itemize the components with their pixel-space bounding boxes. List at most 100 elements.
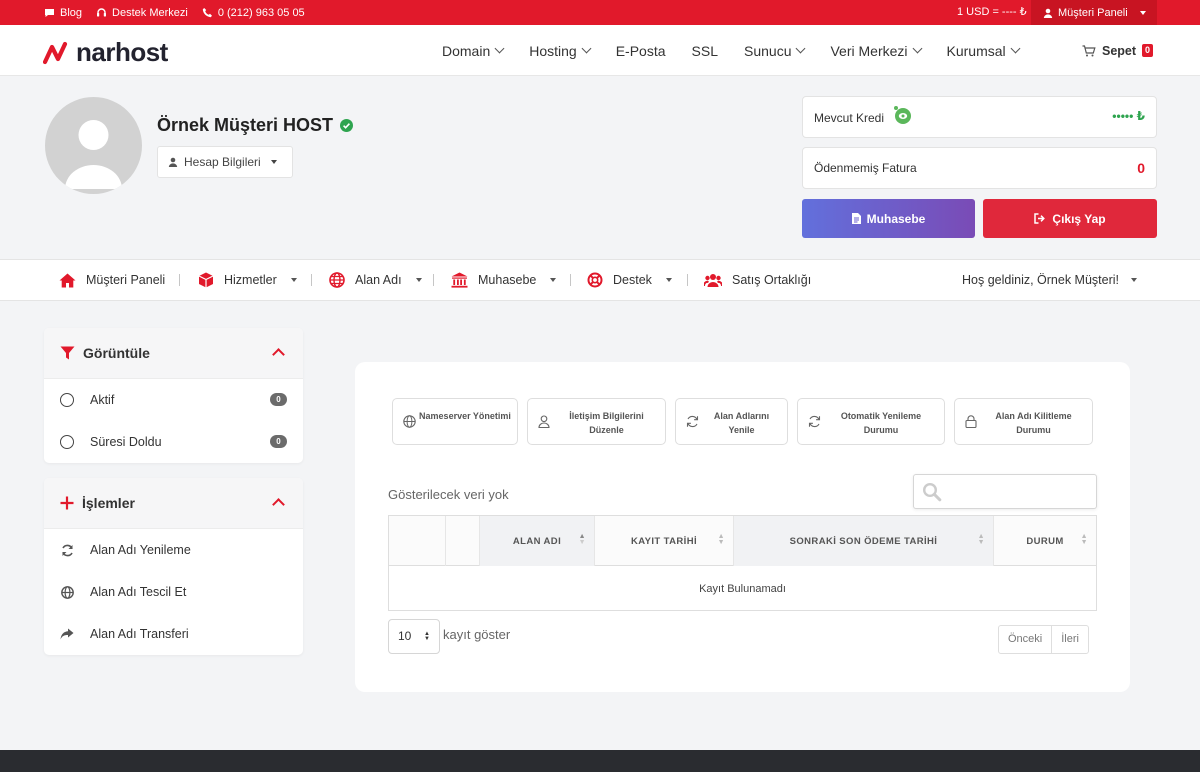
logo-text: narhost [76, 37, 168, 67]
accounting-button[interactable]: Muhasebe [802, 199, 975, 238]
share-arrow-icon [60, 627, 74, 641]
sort-icon: ▲ ▼ [977, 533, 985, 546]
sort-icon: ▲ ▼ [1080, 533, 1088, 546]
previous-page-button[interactable]: Önceki [999, 626, 1051, 653]
welcome-dropdown[interactable]: Hoş geldiniz, Örnek Müşteri! [962, 260, 1138, 300]
menu-customer-panel[interactable]: Müşteri Paneli [59, 260, 165, 300]
menu-accounting-label: Muhasebe [478, 273, 537, 287]
menu-affiliate[interactable]: Satış Ortaklığı [704, 260, 811, 300]
next-page-button[interactable]: İleri [1051, 626, 1088, 653]
caret-down-icon [290, 278, 297, 282]
sort-icon: ▲ ▼ [578, 533, 586, 546]
filter-active[interactable]: Aktif 0 [44, 379, 303, 421]
available-credit-value: ••••• ₺ [1112, 109, 1145, 123]
action-domain-register-label: Alan Adı Tescil Et [90, 585, 187, 599]
actions-panel-title: İşlemler [82, 495, 135, 511]
client-menu-bar: Müşteri Paneli Hizmetler Alan Adı Muhase… [0, 259, 1200, 301]
customer-name: Örnek Müşteri HOST [157, 115, 354, 136]
filter-panel: Görüntüle Aktif 0 Süresi Doldu 0 [44, 328, 303, 463]
pagination: Önceki İleri [998, 625, 1089, 654]
actions-panel-header[interactable]: İşlemler [44, 478, 303, 529]
unpaid-invoice-box: Ödenmemiş Fatura 0 [802, 147, 1157, 189]
column-registration-date[interactable]: KAYIT TARİHİ ▲ ▼ [594, 516, 733, 566]
plus-icon [60, 496, 74, 510]
top-links: Blog Destek Merkezi 0 (212) 963 05 05 [44, 0, 319, 25]
nav-corporate[interactable]: Kurumsal [947, 43, 1021, 59]
caret-down-icon [665, 278, 672, 282]
filter-expired-count: 0 [270, 435, 287, 448]
chevron-down-icon [581, 43, 592, 54]
chevron-down-icon [912, 43, 922, 54]
logout-button[interactable]: Çıkış Yap [983, 199, 1157, 238]
chevron-up-icon [272, 348, 285, 361]
cart-link[interactable]: Sepet 0 [1082, 25, 1154, 76]
filter-expired-label: Süresi Doldu [90, 435, 162, 449]
nameserver-management-label: Nameserver Yönetimi [419, 411, 511, 421]
accounting-button-label: Muhasebe [866, 211, 926, 226]
menu-services[interactable]: Hizmetler [198, 260, 297, 300]
filter-panel-header[interactable]: Görüntüle [44, 328, 303, 379]
bank-icon [451, 272, 468, 288]
home-icon [59, 273, 76, 287]
nameserver-management-button[interactable]: Nameserver Yönetimi [392, 398, 518, 445]
nav-domain-label: Domain [442, 42, 491, 59]
column-next-due-date[interactable]: SONRAKİ SON ÖDEME TARİHİ ▲ ▼ [733, 516, 993, 566]
filter-active-label: Aktif [90, 393, 115, 407]
nav-ssl[interactable]: SSL [692, 43, 718, 59]
column-registration-date-label: KAYIT TARİHİ [630, 535, 698, 547]
radio-active[interactable] [60, 393, 74, 407]
nav-datacenter[interactable]: Veri Merkezi [830, 43, 922, 59]
refresh-icon [808, 415, 821, 428]
renew-domains-label: Alan Adlarını Yenile [713, 411, 770, 435]
nav-email-label: E-Posta [615, 42, 666, 59]
chevron-down-icon [494, 43, 505, 54]
available-credit-box: Mevcut Kredi ••••• ₺ [802, 96, 1157, 138]
auto-renewal-status-button[interactable]: Otomatik Yenileme Durumu [797, 398, 945, 445]
table-header-select [389, 516, 445, 566]
menu-support[interactable]: Destek [587, 260, 672, 300]
chevron-down-icon [1010, 43, 1021, 54]
radio-expired[interactable] [60, 435, 74, 449]
search-icon [922, 482, 942, 502]
user-outline-icon [538, 415, 550, 428]
page-length-select[interactable]: 10 ▲ ▼ [388, 619, 440, 654]
nav-domain[interactable]: Domain [442, 42, 505, 59]
welcome-text: Hoş geldiniz, Örnek Müşteri! [962, 273, 1120, 287]
filter-icon [60, 346, 75, 360]
globe-icon [329, 272, 345, 288]
nav-email[interactable]: E-Posta [616, 43, 666, 59]
globe-icon [403, 415, 416, 428]
column-domain[interactable]: ALAN ADI ▲ ▼ [479, 516, 594, 566]
main-nav: Domain Hosting E-Posta SSL Sunucu Veri M… [442, 25, 1045, 76]
phone-link[interactable]: 0 (212) 963 05 05 [202, 7, 305, 19]
edit-contact-info-button[interactable]: İletişim Bilgilerini Düzenle [527, 398, 666, 445]
filter-expired[interactable]: Süresi Doldu 0 [44, 421, 303, 463]
phone-icon [202, 8, 212, 18]
nav-ssl-label: SSL [691, 42, 718, 59]
nav-hosting[interactable]: Hosting [529, 42, 592, 59]
caret-down-icon [1139, 10, 1146, 15]
lock-icon [965, 415, 977, 428]
column-status[interactable]: DURUM ▲ ▼ [993, 516, 1096, 566]
user-icon [168, 157, 178, 167]
logo[interactable]: narhost [43, 37, 168, 68]
table-search-input[interactable] [913, 474, 1097, 509]
menu-domain[interactable]: Alan Adı [329, 260, 422, 300]
caret-down-icon [1131, 278, 1138, 282]
action-domain-renew[interactable]: Alan Adı Yenileme [44, 529, 303, 571]
blog-link[interactable]: Blog [44, 7, 82, 19]
action-domain-transfer[interactable]: Alan Adı Transferi [44, 613, 303, 655]
support-center-link[interactable]: Destek Merkezi [96, 7, 188, 19]
account-info-dropdown[interactable]: Hesap Bilgileri [157, 146, 293, 178]
customer-panel-dropdown[interactable]: Müşteri Paneli [1031, 0, 1157, 25]
menu-separator [433, 274, 434, 286]
action-domain-register[interactable]: Alan Adı Tescil Et [44, 571, 303, 613]
menu-accounting[interactable]: Muhasebe [451, 260, 557, 300]
renew-domains-button[interactable]: Alan Adlarını Yenile [675, 398, 788, 445]
available-credit-label: Mevcut Kredi [814, 110, 885, 125]
logout-icon [1034, 213, 1046, 224]
domain-lock-status-button[interactable]: Alan Adı Kilitleme Durumu [954, 398, 1093, 445]
nav-hosting-label: Hosting [529, 42, 577, 59]
headset-icon [97, 8, 107, 17]
nav-server[interactable]: Sunucu [744, 43, 806, 59]
